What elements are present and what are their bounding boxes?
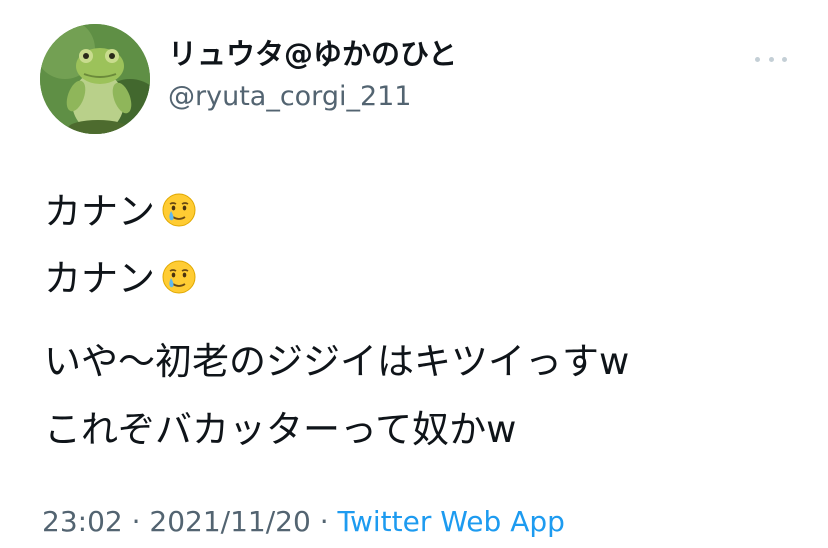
meta-separator: · (310, 505, 338, 538)
tweet-author: リュウタ@ゆかのひと @ryuta_corgi_211 (168, 34, 457, 116)
tweet-text-line: カナン (44, 247, 197, 311)
tweet-text: カナン (44, 257, 155, 300)
tweet-date[interactable]: 2021/11/20 (149, 505, 310, 538)
tweet-text: カナン (44, 190, 155, 233)
meta-separator: · (122, 505, 150, 538)
display-name[interactable]: リュウタ@ゆかのひと (168, 34, 457, 74)
tweet-card: リュウタ@ゆかのひと @ryuta_corgi_211 カナン カナン いや〜初… (0, 0, 828, 548)
tweet-source-link[interactable]: Twitter Web App (338, 505, 565, 538)
more-dot (768, 56, 774, 62)
tweet-time[interactable]: 23:02 (42, 505, 123, 538)
user-handle[interactable]: @ryuta_corgi_211 (168, 78, 457, 116)
more-dot (782, 56, 787, 62)
tweet-text-line: カナン (44, 180, 197, 244)
more-options-icon[interactable] (755, 52, 787, 66)
face-holding-back-tears-emoji (161, 259, 197, 295)
more-dot (755, 56, 760, 62)
avatar[interactable] (40, 24, 150, 134)
tweet-metadata: 23:02 · 2021/11/20 · Twitter Web App (42, 502, 565, 542)
tweet-text-line: これぞバカッターって奴かw (44, 408, 517, 451)
face-holding-back-tears-emoji (161, 192, 197, 228)
frog-avatar-icon (40, 24, 150, 134)
tweet-text-line: いや〜初老のジジイはキツイっすw (44, 340, 630, 383)
